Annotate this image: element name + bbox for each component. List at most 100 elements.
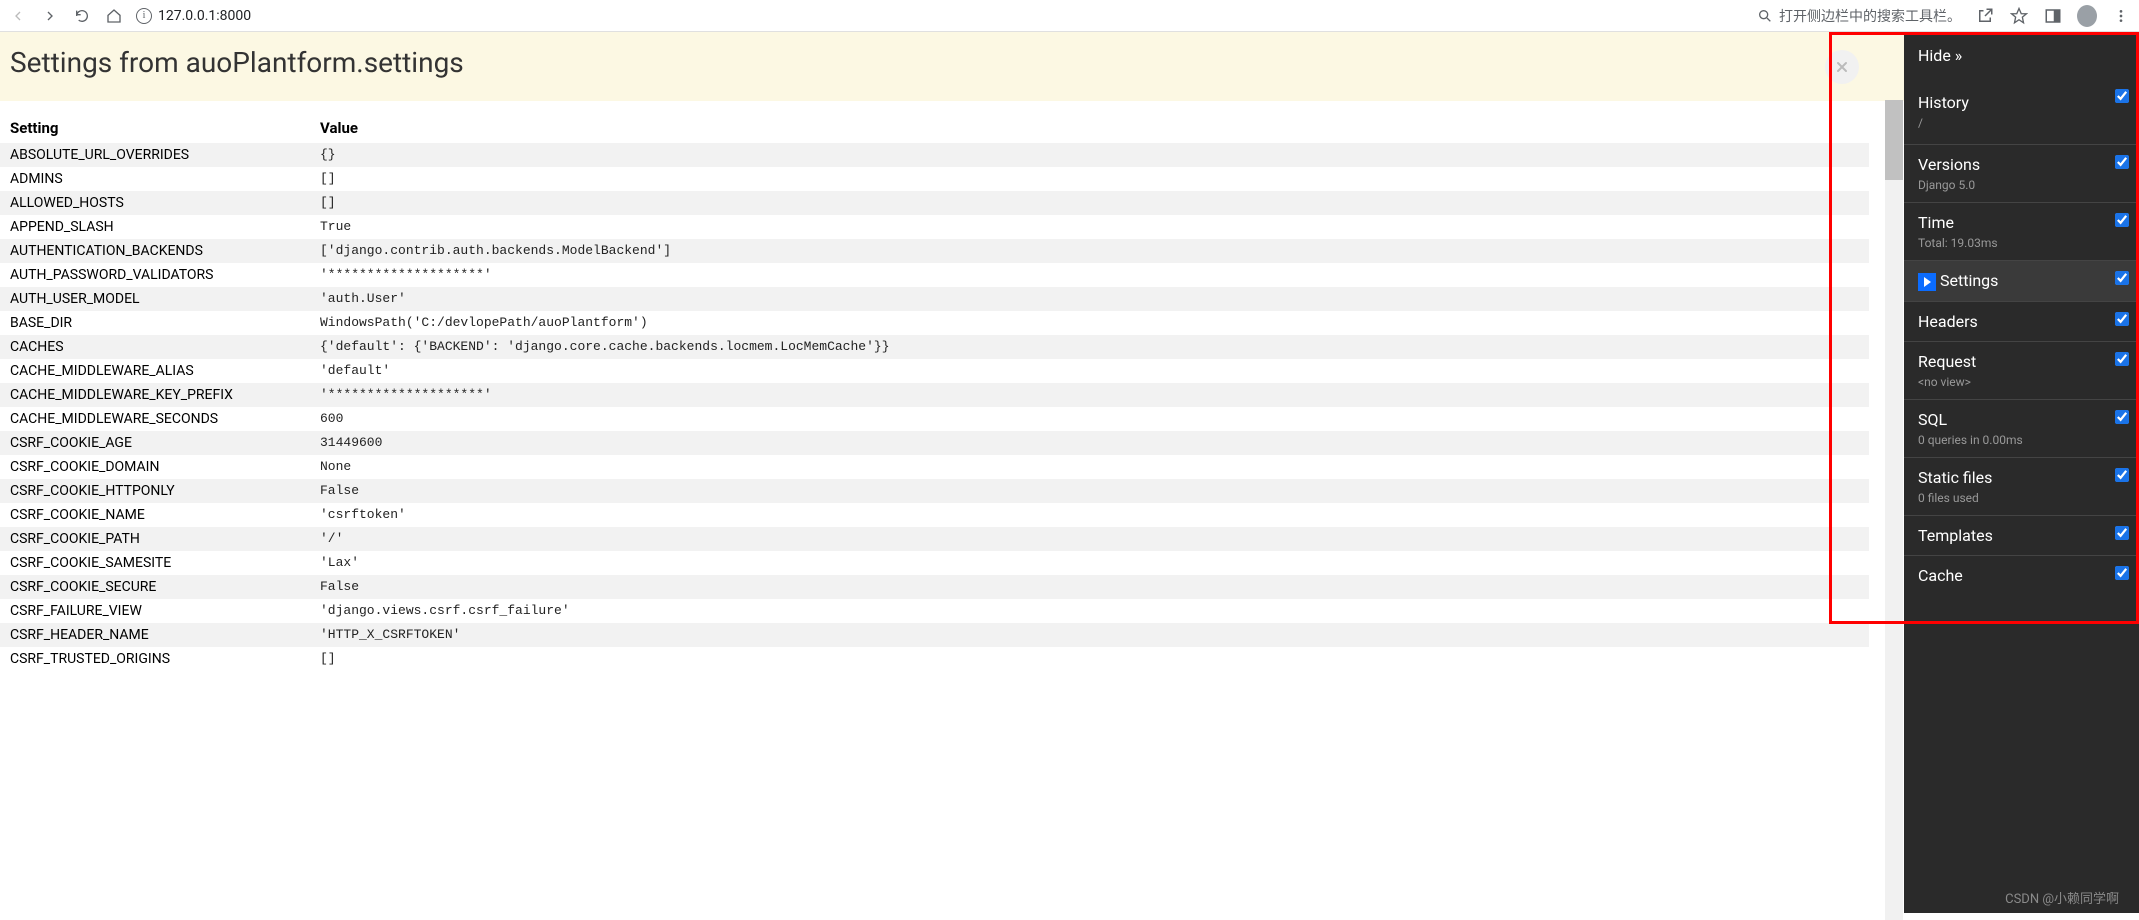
setting-key: CSRF_COOKIE_DOMAIN [0,455,310,479]
back-button[interactable] [8,6,28,26]
debug-panel-headers[interactable]: Headers [1904,301,2139,341]
setting-value: 'default' [310,359,1869,383]
side-panel-icon[interactable] [2043,6,2063,26]
table-row: CACHE_MIDDLEWARE_ALIAS'default' [0,359,1869,383]
table-row: APPEND_SLASHTrue [0,215,1869,239]
column-header-setting: Setting [0,113,310,143]
setting-key: ABSOLUTE_URL_OVERRIDES [0,143,310,167]
panel-title: Templates [1918,526,1993,545]
setting-value: WindowsPath('C:/devlopePath/auoPlantform… [310,311,1869,335]
setting-key: CACHES [0,335,310,359]
site-info-icon[interactable]: i [136,8,152,24]
browser-toolbar: i 127.0.0.1:8000 打开侧边栏中的搜索工具栏。 [0,0,2139,32]
debug-panel-templates[interactable]: Templates [1904,515,2139,555]
setting-key: CSRF_COOKIE_PATH [0,527,310,551]
setting-value: [] [310,647,1869,671]
setting-key: CSRF_COOKIE_NAME [0,503,310,527]
panel-toggle-checkbox[interactable] [2115,213,2129,227]
debug-panel-request[interactable]: Request<no view> [1904,341,2139,399]
panel-subtitle: 0 files used [1918,491,2125,505]
panel-toggle-checkbox[interactable] [2115,566,2129,580]
panel-toggle-checkbox[interactable] [2115,468,2129,482]
setting-key: CSRF_COOKIE_SECURE [0,575,310,599]
table-row: CSRF_COOKIE_AGE31449600 [0,431,1869,455]
setting-key: AUTHENTICATION_BACKENDS [0,239,310,263]
setting-key: ADMINS [0,167,310,191]
reload-button[interactable] [72,6,92,26]
setting-value: {} [310,143,1869,167]
table-row: CSRF_FAILURE_VIEW'django.views.csrf.csrf… [0,599,1869,623]
scrollbar[interactable] [1885,100,1903,920]
setting-value: 'django.views.csrf.csrf_failure' [310,599,1869,623]
panel-toggle-checkbox[interactable] [2115,352,2129,366]
setting-value: 600 [310,407,1869,431]
panel-title: Headers [1918,312,1978,331]
setting-key: AUTH_USER_MODEL [0,287,310,311]
panel-subtitle: / [1918,116,2125,130]
table-row: CSRF_HEADER_NAME'HTTP_X_CSRFTOKEN' [0,623,1869,647]
table-row: ADMINS[] [0,167,1869,191]
share-icon[interactable] [1975,6,1995,26]
panel-toggle-checkbox[interactable] [2115,271,2129,285]
debug-panel-static-files[interactable]: Static files0 files used [1904,457,2139,515]
debug-panel-cache[interactable]: Cache [1904,555,2139,595]
bookmark-icon[interactable] [2009,6,2029,26]
debug-panel-sql[interactable]: SQL0 queries in 0.00ms [1904,399,2139,457]
debug-panel-versions[interactable]: VersionsDjango 5.0 [1904,144,2139,202]
table-row: CSRF_TRUSTED_ORIGINS[] [0,647,1869,671]
panel-toggle-checkbox[interactable] [2115,312,2129,326]
setting-value: 31449600 [310,431,1869,455]
panel-toggle-checkbox[interactable] [2115,526,2129,540]
debug-panel-time[interactable]: TimeTotal: 19.03ms [1904,202,2139,260]
setting-value: True [310,215,1869,239]
setting-key: BASE_DIR [0,311,310,335]
setting-value: '********************' [310,383,1869,407]
setting-value: {'default': {'BACKEND': 'django.core.cac… [310,335,1869,359]
setting-value: ['django.contrib.auth.backends.ModelBack… [310,239,1869,263]
table-row: CSRF_COOKIE_SECUREFalse [0,575,1869,599]
panel-toggle-checkbox[interactable] [2115,155,2129,169]
table-row: CSRF_COOKIE_SAMESITE'Lax' [0,551,1869,575]
panel-subtitle: <no view> [1918,375,2125,389]
home-button[interactable] [104,6,124,26]
table-row: ABSOLUTE_URL_OVERRIDES{} [0,143,1869,167]
table-row: ALLOWED_HOSTS[] [0,191,1869,215]
panel-toggle-checkbox[interactable] [2115,410,2129,424]
debug-panel-history[interactable]: History/ [1904,79,2139,144]
search-hint[interactable]: 打开侧边栏中的搜索工具栏。 [1757,6,1961,26]
setting-key: CSRF_COOKIE_SAMESITE [0,551,310,575]
table-row: AUTHENTICATION_BACKENDS['django.contrib.… [0,239,1869,263]
setting-value: False [310,479,1869,503]
setting-value: 'HTTP_X_CSRFTOKEN' [310,623,1869,647]
column-header-value: Value [310,113,1869,143]
setting-key: CSRF_TRUSTED_ORIGINS [0,647,310,671]
setting-value: 'auth.User' [310,287,1869,311]
menu-icon[interactable] [2111,6,2131,26]
setting-value: [] [310,191,1869,215]
panel-title: Settings [1940,271,1998,290]
debug-panel-settings[interactable]: Settings [1904,260,2139,301]
setting-key: CACHE_MIDDLEWARE_KEY_PREFIX [0,383,310,407]
table-row: CSRF_COOKIE_HTTPONLYFalse [0,479,1869,503]
watermark: CSDN @小赖同学啊 [2005,888,2119,907]
search-icon [1757,8,1773,24]
table-row: AUTH_PASSWORD_VALIDATORS'***************… [0,263,1869,287]
close-icon [1834,59,1850,75]
setting-key: CACHE_MIDDLEWARE_SECONDS [0,407,310,431]
table-row: BASE_DIRWindowsPath('C:/devlopePath/auoP… [0,311,1869,335]
panel-toggle-checkbox[interactable] [2115,89,2129,103]
setting-key: CSRF_COOKIE_AGE [0,431,310,455]
profile-icon[interactable] [2077,6,2097,26]
hide-toolbar-button[interactable]: Hide » [1904,32,2139,79]
setting-value: 'csrftoken' [310,503,1869,527]
setting-key: ALLOWED_HOSTS [0,191,310,215]
table-row: CSRF_COOKIE_PATH'/' [0,527,1869,551]
table-row: CACHES{'default': {'BACKEND': 'django.co… [0,335,1869,359]
setting-value: False [310,575,1869,599]
panel-subtitle: 0 queries in 0.00ms [1918,433,2125,447]
address-bar[interactable]: i 127.0.0.1:8000 [136,8,251,24]
close-button[interactable] [1825,50,1859,84]
forward-button[interactable] [40,6,60,26]
panel-title: Versions [1918,155,1980,174]
table-row: CACHE_MIDDLEWARE_KEY_PREFIX'************… [0,383,1869,407]
